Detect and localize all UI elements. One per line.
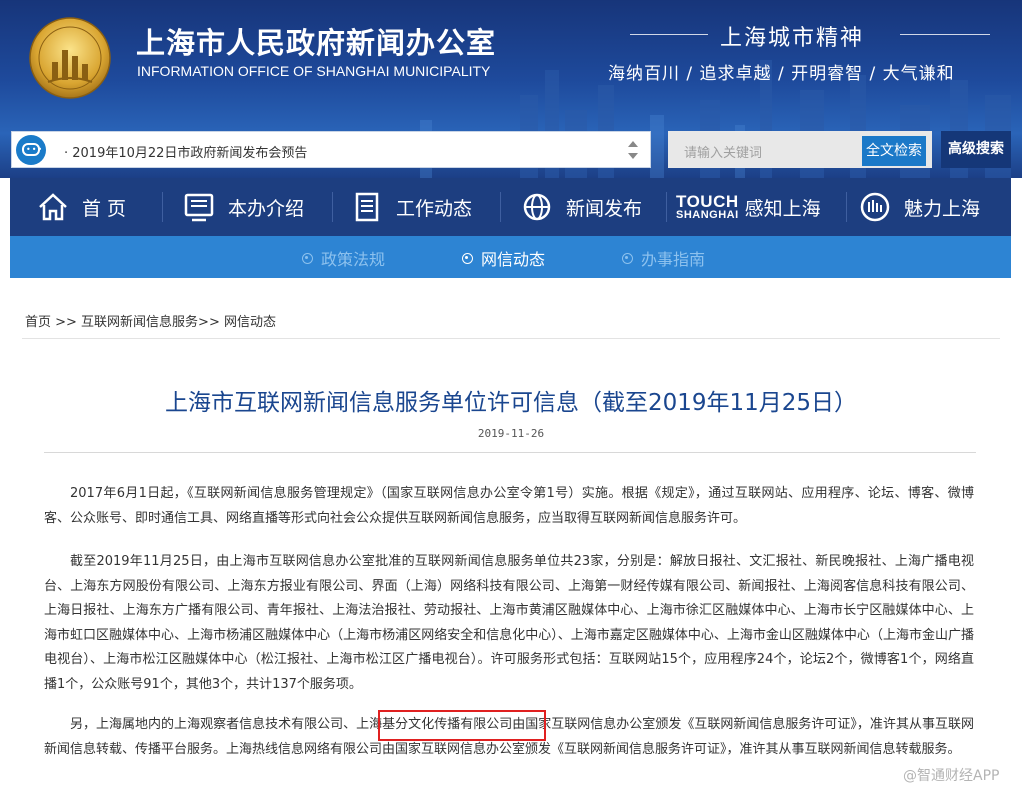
- article-paragraph: 2017年6月1日起，《互联网新闻信息服务管理规定》（国家互联网信息办公室令第1…: [44, 486, 974, 526]
- subnav-label: 政策法规: [321, 250, 386, 269]
- monitor-icon: [184, 193, 214, 222]
- nav-item-work-news[interactable]: 工作动态: [350, 178, 472, 236]
- nav-label: 工作动态: [396, 197, 473, 220]
- scroll-arrows-icon[interactable]: [626, 138, 640, 162]
- document-icon: [355, 192, 379, 222]
- fulltext-search-button[interactable]: 全文检索: [862, 136, 926, 166]
- nav-item-touch-shanghai[interactable]: TOUCH SHANGHAI 感知上海: [676, 178, 821, 236]
- nav-item-charm-shanghai[interactable]: 魅力上海: [858, 178, 980, 236]
- subnav-item-cyber-news[interactable]: 网信动态: [462, 246, 545, 270]
- city-spirit-title: 上海城市精神: [720, 26, 865, 51]
- site-title-en: INFORMATION OFFICE OF SHANGHAI MUNICIPAL…: [137, 63, 491, 79]
- emblem-icon: [860, 192, 890, 222]
- nav-item-about[interactable]: 本办介绍: [182, 178, 304, 236]
- shanghai-emblem-logo[interactable]: [28, 16, 112, 100]
- subnav-label: 网信动态: [481, 250, 546, 269]
- article-title: 上海市互联网新闻信息服务单位许可信息（截至2019年11月25日）: [164, 390, 858, 416]
- highlight-annotation-box: [378, 710, 546, 741]
- nav-label: 首 页: [82, 197, 127, 220]
- circle-dot-icon: [302, 252, 313, 264]
- nav-label: 魅力上海: [904, 197, 981, 220]
- circle-dot-icon: [622, 252, 633, 264]
- site-title-cn: 上海市人民政府新闻办公室: [136, 26, 497, 60]
- divider: [162, 192, 163, 222]
- sub-navigation: 政策法规 网信动态 办事指南: [10, 236, 1011, 278]
- touch-shanghai-logo: TOUCH SHANGHAI: [676, 192, 739, 221]
- subnav-label: 办事指南: [641, 250, 706, 269]
- divider: [500, 192, 501, 222]
- nav-label: 感知上海: [744, 197, 821, 220]
- breadcrumb[interactable]: 首页 >> 互联网新闻信息服务>> 网信动态: [25, 311, 276, 330]
- nav-item-news-release[interactable]: 新闻发布: [520, 178, 642, 236]
- nav-label: 新闻发布: [566, 197, 643, 220]
- globe-icon: [523, 193, 551, 221]
- divider: [630, 34, 708, 35]
- announcement-text[interactable]: · 2019年10月22日市政府新闻发布会预告: [64, 142, 307, 161]
- divider: [332, 192, 333, 222]
- divider: [22, 338, 1000, 339]
- article-date: 2019-11-26: [477, 427, 545, 440]
- article-paragraph: 截至2019年11月25日，由上海市互联网信息办公室批准的互联网新闻信息服务单位…: [44, 554, 974, 692]
- divider: [846, 192, 847, 222]
- divider: [44, 452, 976, 453]
- divider: [666, 192, 667, 222]
- nav-label: 本办介绍: [228, 197, 305, 220]
- search-placeholder[interactable]: 请输入关键词: [684, 142, 762, 161]
- home-icon: [39, 193, 67, 221]
- main-navigation: 首 页 本办介绍 工作动态 新闻发布 TOUCH SHANGHAI 感知上海 魅…: [10, 178, 1011, 236]
- circle-dot-icon: [462, 252, 473, 264]
- chat-icon: •••: [16, 135, 46, 165]
- city-spirit-motto: 海纳百川 / 追求卓越 / 开明睿智 / 大气谦和: [608, 64, 955, 84]
- divider: [900, 34, 990, 35]
- watermark: @智通财经APP: [903, 768, 1000, 784]
- subnav-item-policy[interactable]: 政策法规: [302, 246, 385, 270]
- nav-item-home[interactable]: 首 页: [36, 178, 126, 236]
- subnav-item-guide[interactable]: 办事指南: [622, 246, 705, 270]
- advanced-search-button[interactable]: 高级搜索: [941, 131, 1011, 168]
- announcement-ticker[interactable]: ••• · 2019年10月22日市政府新闻发布会预告: [11, 131, 651, 168]
